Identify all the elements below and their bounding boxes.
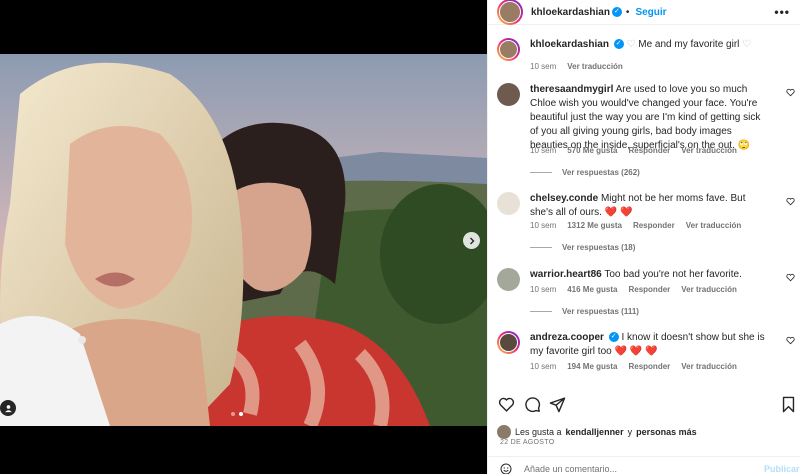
- liker-username[interactable]: kendalljenner: [566, 427, 624, 437]
- heart-icon[interactable]: [498, 396, 515, 413]
- view-replies-button[interactable]: Ver respuestas (18): [530, 243, 635, 252]
- likes-prefix: Les gusta a: [515, 427, 562, 437]
- likes-summary[interactable]: Les gusta a kendalljenner y personas más: [497, 425, 697, 439]
- see-translation-link[interactable]: Ver traducción: [686, 221, 742, 230]
- author-avatar[interactable]: [497, 0, 523, 25]
- comment-meta: 10 sem 1312 Me gusta Responder Ver tradu…: [530, 221, 741, 230]
- commenter-avatar[interactable]: [497, 268, 520, 291]
- like-heart-icon[interactable]: [786, 273, 795, 282]
- view-replies-button[interactable]: Ver respuestas (111): [530, 307, 639, 316]
- comment-text: chelsey.conde Might not be her moms fave…: [530, 192, 768, 220]
- red-heart-emoji: ❤️ ❤️: [604, 207, 633, 218]
- chevron-right-icon: [469, 237, 474, 244]
- liker-avatar: [497, 425, 511, 439]
- bookmark-icon[interactable]: [780, 396, 797, 413]
- outline-heart-icon: ♡: [626, 39, 636, 50]
- reply-button[interactable]: Responder: [628, 146, 670, 155]
- post-photo[interactable]: [0, 54, 487, 426]
- carousel-indicator: [231, 412, 243, 416]
- user-tag-button[interactable]: [0, 400, 16, 416]
- comment-likes[interactable]: 194 Me gusta: [567, 362, 617, 371]
- comment-meta: 10 sem 570 Me gusta Responder Ver traduc…: [530, 146, 737, 155]
- comment-icon[interactable]: [524, 396, 541, 413]
- comments-list[interactable]: khloekardashian ✓ ♡ Me and my favorite g…: [488, 33, 800, 390]
- carousel-next-button[interactable]: [463, 232, 480, 249]
- post-comment-button[interactable]: Publicar: [764, 464, 800, 474]
- commenter-avatar[interactable]: [497, 192, 520, 215]
- like-heart-icon[interactable]: [786, 197, 795, 206]
- view-replies-label: Ver respuestas (18): [562, 243, 636, 252]
- comment-likes[interactable]: 570 Me gusta: [567, 146, 617, 155]
- author-avatar[interactable]: [497, 38, 520, 61]
- commenter-username[interactable]: warrior.heart86: [530, 269, 602, 280]
- commenter-username[interactable]: chelsey.conde: [530, 193, 598, 204]
- caption-meta: 10 sem Ver traducción: [530, 62, 623, 71]
- verified-badge-icon: ✓: [608, 332, 619, 343]
- comment-item: chelsey.conde Might not be her moms fave…: [497, 192, 797, 262]
- likes-others-link[interactable]: personas más: [636, 427, 697, 437]
- post-date: 22 DE AGOSTO: [500, 439, 555, 446]
- red-heart-emoji: ❤️ ❤️ ❤️: [614, 346, 658, 357]
- user-tag-icon: [4, 404, 12, 412]
- comment-item: andreza.cooper ✓ I know it doesn't show …: [497, 331, 797, 386]
- reply-button[interactable]: Responder: [628, 362, 670, 371]
- follow-button[interactable]: Seguir: [635, 7, 666, 18]
- view-replies-button[interactable]: Ver respuestas (262): [530, 168, 640, 177]
- reply-button[interactable]: Responder: [628, 285, 670, 294]
- carousel-dot: [231, 412, 235, 416]
- outline-heart-icon: ♡: [742, 39, 752, 50]
- caption-body: Me and my favorite girl: [638, 39, 740, 50]
- comment-time: 10 sem: [530, 146, 557, 155]
- comment-likes[interactable]: 416 Me gusta: [567, 285, 617, 294]
- media-panel: [0, 0, 487, 474]
- likes-conj: y: [627, 427, 633, 437]
- see-translation-link[interactable]: Ver traducción: [681, 285, 737, 294]
- comment-time: 10 sem: [530, 221, 557, 230]
- caption-username[interactable]: khloekardashian: [530, 39, 609, 50]
- see-translation-link[interactable]: Ver traducción: [567, 62, 623, 71]
- caption: khloekardashian ✓ ♡ Me and my favorite g…: [497, 38, 797, 78]
- like-heart-icon[interactable]: [786, 88, 795, 97]
- more-options-icon[interactable]: •••: [774, 5, 790, 19]
- comment-meta: 10 sem 416 Me gusta Responder Ver traduc…: [530, 285, 737, 294]
- commenter-avatar[interactable]: [497, 331, 520, 354]
- comment-time: 10 sem: [530, 285, 557, 294]
- carousel-dot-active: [239, 412, 243, 416]
- add-comment-input[interactable]: Añade un comentario...: [524, 464, 617, 474]
- emoji-icon[interactable]: [500, 463, 512, 474]
- share-icon[interactable]: [549, 396, 566, 413]
- view-replies-label: Ver respuestas (262): [562, 168, 640, 177]
- post-header: khloekardashian ✓ • Seguir •••: [488, 0, 800, 25]
- view-replies-label: Ver respuestas (111): [562, 307, 639, 316]
- comment-likes[interactable]: 1312 Me gusta: [567, 221, 622, 230]
- author-username[interactable]: khloekardashian: [531, 7, 610, 18]
- see-translation-link[interactable]: Ver traducción: [681, 362, 737, 371]
- post-detail-panel: khloekardashian ✓ • Seguir ••• khloekard…: [487, 0, 800, 474]
- commenter-username[interactable]: theresaandmygirl: [530, 84, 613, 95]
- commenter-username[interactable]: andreza.cooper: [530, 332, 604, 343]
- comment-body: Too bad you're not her favorite.: [604, 269, 742, 280]
- comment-text: warrior.heart86 Too bad you're not her f…: [530, 268, 768, 282]
- reply-button[interactable]: Responder: [633, 221, 675, 230]
- like-heart-icon[interactable]: [786, 336, 795, 345]
- see-translation-link[interactable]: Ver traducción: [681, 146, 737, 155]
- comment-text: theresaandmygirl Are used to love you so…: [530, 83, 768, 153]
- comment-text: andreza.cooper ✓ I know it doesn't show …: [530, 331, 768, 359]
- add-comment-bar: Añade un comentario... Publicar: [488, 456, 800, 474]
- commenter-avatar[interactable]: [497, 83, 520, 106]
- verified-badge-icon: ✓: [611, 7, 622, 17]
- comment-item: warrior.heart86 Too bad you're not her f…: [497, 268, 797, 328]
- separator-dot: •: [625, 6, 630, 18]
- post-actions: [488, 394, 800, 416]
- verified-badge-icon: ✓: [613, 39, 624, 50]
- caption-text: khloekardashian ✓ ♡ Me and my favorite g…: [530, 38, 768, 52]
- comment-meta: 10 sem 194 Me gusta Responder Ver traduc…: [530, 362, 737, 371]
- comment-time: 10 sem: [530, 362, 557, 371]
- caption-time: 10 sem: [530, 62, 557, 71]
